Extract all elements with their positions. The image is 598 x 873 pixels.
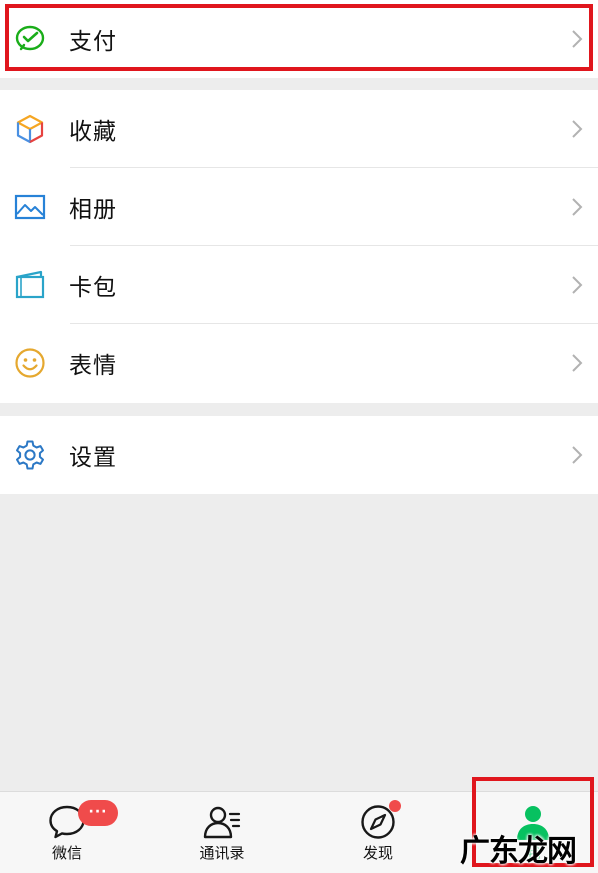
menu-item-pay[interactable]: 支付 <box>0 0 598 78</box>
tab-label: 通讯录 <box>199 844 245 862</box>
tab-label: 微信 <box>51 844 82 862</box>
smiley-icon <box>15 348 45 378</box>
menu-item-cards[interactable]: 卡包 <box>0 246 598 324</box>
menu-item-album[interactable]: 相册 <box>0 168 598 246</box>
chevron-right-icon <box>572 354 583 372</box>
menu-item-settings[interactable]: 设置 <box>0 416 598 494</box>
chevron-right-icon <box>572 198 583 216</box>
tab-discover[interactable]: 发现 <box>303 792 453 873</box>
menu-item-label: 支付 <box>69 29 117 55</box>
album-picture-icon <box>14 194 46 220</box>
menu-item-label: 收藏 <box>69 119 117 145</box>
services-group: 收藏 相册 卡包 表情 <box>0 90 598 403</box>
tab-label: 我 <box>525 844 541 862</box>
discover-dot-badge <box>389 800 401 812</box>
settings-group: 设置 <box>0 416 598 494</box>
card-wallet-icon <box>15 270 45 299</box>
contacts-icon <box>203 806 241 839</box>
tab-contacts[interactable]: 通讯录 <box>147 792 297 873</box>
chevron-right-icon <box>572 120 583 138</box>
pay-group: 支付 <box>0 0 598 78</box>
wechat-me-page: 支付 收藏 相册 卡包 表情 设置 微信 通讯录 发现 我 ··· 广东龙网 <box>0 0 598 873</box>
menu-item-favorites[interactable]: 收藏 <box>0 90 598 168</box>
menu-item-label: 设置 <box>69 445 117 471</box>
chevron-right-icon <box>572 30 583 48</box>
tab-label: 发现 <box>362 844 393 862</box>
menu-item-stickers[interactable]: 表情 <box>0 324 598 402</box>
tab-me[interactable]: 我 <box>458 792 598 873</box>
menu-item-label: 卡包 <box>69 275 117 301</box>
person-icon <box>517 806 549 840</box>
tab-chats[interactable]: 微信 <box>0 792 142 873</box>
chevron-right-icon <box>572 276 583 294</box>
gear-icon <box>16 440 44 470</box>
menu-item-label: 相册 <box>69 197 117 223</box>
unread-badge: ··· <box>78 800 118 826</box>
chevron-right-icon <box>572 446 583 464</box>
favorites-cube-icon <box>16 114 44 144</box>
wechat-pay-icon <box>15 25 45 51</box>
menu-item-label: 表情 <box>69 353 117 379</box>
